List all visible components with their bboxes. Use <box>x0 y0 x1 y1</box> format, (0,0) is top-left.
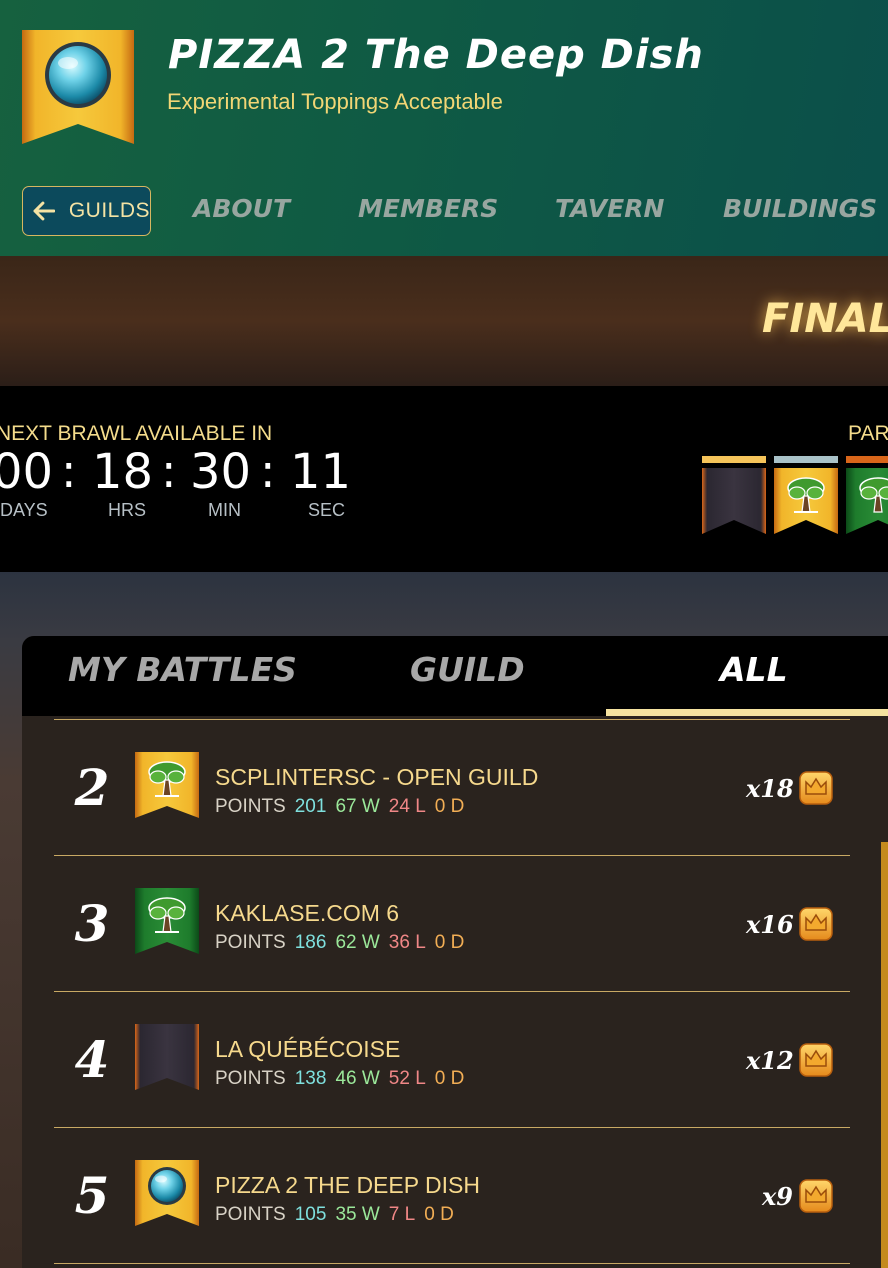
draws-value: 0 D <box>424 1204 454 1225</box>
row-divider <box>54 1263 850 1268</box>
battles-tab-bar: MY BATTLES GUILD ALL <box>22 636 888 716</box>
losses-value: 36 L <box>388 932 426 953</box>
ranking-row[interactable]: 2 SCPLINTERSC - OPEN GUILD POINTS 201 67… <box>54 719 850 855</box>
ranking-row[interactable]: 4 LA QUÉBÉCOISE POINTS 138 46 W 52 L 0 D… <box>54 991 850 1127</box>
points-value: 201 <box>294 796 327 817</box>
ranking-row[interactable]: 3 KAKLASE.COM 6 POINTS 186 62 W 36 L 0 D <box>54 855 850 991</box>
tab-all[interactable]: ALL <box>720 650 788 689</box>
crown-token-icon <box>799 1043 833 1077</box>
reward-multiplier: x18 <box>746 774 794 803</box>
guild-stats: POINTS 201 67 W 24 L 0 D <box>215 796 464 818</box>
rank-number: 5 <box>74 1166 110 1225</box>
points-label: POINTS <box>215 1204 286 1225</box>
losses-value: 52 L <box>388 1068 426 1089</box>
ranking-row[interactable]: 5 PIZZA 2 THE DEEP DISH POINTS 105 35 W … <box>54 1127 850 1263</box>
scrollbar[interactable] <box>881 842 888 1268</box>
active-tab-indicator <box>606 709 888 716</box>
tab-guild[interactable]: GUILD <box>410 650 525 689</box>
guild-header: PIZZA 2 The Deep Dish Experimental Toppi… <box>0 0 888 256</box>
arrow-left-icon <box>33 201 55 221</box>
timer-unit-seconds: SEC <box>308 500 346 520</box>
draws-value: 0 D <box>434 1068 465 1089</box>
back-button-label: GUILDS <box>68 199 150 222</box>
brawl-stage-banner: FINAL <box>0 256 888 386</box>
points-label: POINTS <box>215 932 286 953</box>
tab-members[interactable]: MEMBERS <box>358 194 498 223</box>
tree-icon <box>135 888 199 954</box>
guild-name[interactable]: PIZZA 2 THE DEEP DISH <box>215 1172 480 1199</box>
participant-flag-blank-banner-icon[interactable] <box>702 468 766 534</box>
rank-number: 2 <box>74 758 110 817</box>
guild-title: PIZZA 2 The Deep Dish <box>168 32 704 78</box>
reward-multiplier: x16 <box>746 910 794 939</box>
brawl-stage-label: FINAL <box>762 296 888 342</box>
points-value: 105 <box>294 1204 327 1225</box>
reward-multiplier: x12 <box>746 1046 794 1075</box>
rank-number: 3 <box>74 894 110 953</box>
timer-unit-hours: HRS <box>108 500 147 520</box>
participant-bar <box>774 456 838 463</box>
draws-value: 0 D <box>434 932 465 953</box>
guild-banner-icon <box>22 30 134 144</box>
participant-bar <box>846 456 888 463</box>
guild-name[interactable]: SCPLINTERSC - OPEN GUILD <box>215 764 538 791</box>
timer-hours: 18 <box>92 444 154 500</box>
guild-name[interactable]: LA QUÉBÉCOISE <box>215 1036 400 1063</box>
points-value: 186 <box>294 932 327 953</box>
brawl-timer-panel: NEXT BRAWL AVAILABLE IN 00 : 18 : 30 : 1… <box>0 386 888 572</box>
back-to-guilds-button[interactable]: GUILDS <box>22 186 151 236</box>
crystal-orb-icon <box>135 1160 199 1226</box>
tab-my-battles[interactable]: MY BATTLES <box>68 650 297 689</box>
battles-panel: MY BATTLES GUILD ALL 2 SCPLINTERSC - OPE… <box>22 636 888 1268</box>
points-value: 138 <box>294 1068 327 1089</box>
guild-subtitle: Experimental Toppings Acceptable <box>167 89 503 114</box>
timer-separator: : <box>61 444 77 498</box>
guild-stats: POINTS 105 35 W 7 L 0 D <box>215 1204 454 1226</box>
participant-flag-tree-icon[interactable] <box>846 468 888 534</box>
tab-about[interactable]: ABOUT <box>193 194 290 223</box>
next-brawl-label: NEXT BRAWL AVAILABLE IN <box>0 422 273 445</box>
timer-separator: : <box>161 444 177 498</box>
participant-flag-tree-icon[interactable] <box>774 468 838 534</box>
participants-label: PAR <box>848 422 888 445</box>
tab-tavern[interactable]: TAVERN <box>555 194 664 223</box>
blank-banner-icon <box>135 1024 199 1090</box>
reward-multiplier: x9 <box>762 1182 794 1211</box>
tree-icon <box>135 752 199 818</box>
rank-number: 4 <box>74 1030 110 1089</box>
timer-days: 00 <box>0 444 54 500</box>
losses-value: 24 L <box>388 796 426 817</box>
timer-minutes: 30 <box>190 444 252 500</box>
wins-value: 62 W <box>335 932 380 953</box>
timer-seconds: 11 <box>290 444 352 500</box>
wins-value: 35 W <box>335 1204 380 1225</box>
guild-name[interactable]: KAKLASE.COM 6 <box>215 900 399 927</box>
points-label: POINTS <box>215 1068 286 1089</box>
losses-value: 7 L <box>388 1204 416 1225</box>
crown-token-icon <box>799 1179 833 1213</box>
timer-unit-days: DAYS <box>0 500 48 520</box>
crown-token-icon <box>799 771 833 805</box>
wins-value: 67 W <box>335 796 380 817</box>
draws-value: 0 D <box>434 796 465 817</box>
points-label: POINTS <box>215 796 286 817</box>
timer-separator: : <box>260 444 276 498</box>
wins-value: 46 W <box>335 1068 380 1089</box>
participant-bar <box>702 456 766 463</box>
timer-unit-minutes: MIN <box>208 500 241 520</box>
crown-token-icon <box>799 907 833 941</box>
guild-stats: POINTS 186 62 W 36 L 0 D <box>215 932 464 954</box>
guild-stats: POINTS 138 46 W 52 L 0 D <box>215 1068 464 1090</box>
tab-buildings[interactable]: BUILDINGS <box>723 194 877 223</box>
